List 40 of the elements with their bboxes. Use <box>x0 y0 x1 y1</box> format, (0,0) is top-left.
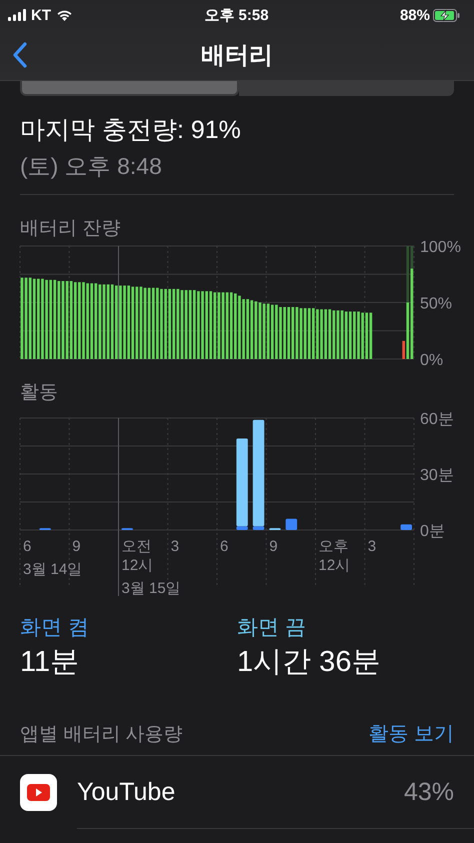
axis-label: 3 <box>170 538 180 555</box>
clock: 오후 5:58 <box>204 6 269 24</box>
date-label: 3월 15일 <box>122 580 181 596</box>
screen-time: 1시간 36분 <box>237 645 382 680</box>
axis-label: 9 <box>72 538 81 555</box>
battery-percent: 88% <box>400 6 430 24</box>
screen-label: 화면 켬 <box>20 615 90 641</box>
segment[interactable] <box>239 81 454 96</box>
activity-bar <box>400 524 412 530</box>
carrier-name: KT <box>31 6 51 24</box>
axis-label: 60분 <box>420 411 454 428</box>
axis-label: 오전 12시 <box>122 538 154 574</box>
axis-label: 9 <box>269 538 278 555</box>
battery-charging-icon <box>432 8 460 22</box>
axis-label: 30분 <box>420 467 454 484</box>
app-name: YouTube <box>77 778 176 806</box>
axis-label: 50% <box>420 296 452 312</box>
signal-icon <box>8 9 26 21</box>
page-title: 배터리 <box>201 41 273 71</box>
axis-label: 오후 12시 <box>318 538 350 574</box>
date-label: 3월 14일 <box>23 561 82 578</box>
show-activity-link[interactable]: 활동 보기 <box>368 720 454 747</box>
app-icon <box>20 774 57 810</box>
screen-time: 11분 <box>20 645 80 680</box>
axis-label: 100% <box>420 241 461 256</box>
last-charge-time: (토) 오후 8:48 <box>20 152 163 181</box>
segment[interactable] <box>20 81 239 96</box>
section-title: 배터리 잔량 <box>19 217 122 241</box>
app-percent: 43% <box>404 778 454 806</box>
activity-bar <box>286 518 298 530</box>
section-title: 앱별 배터리 사용량 <box>20 722 183 746</box>
axis-label: 6 <box>220 538 228 555</box>
axis-label: 3 <box>368 538 376 555</box>
axis-label: 6 <box>23 538 32 555</box>
screen-label: 화면 끔 <box>237 615 307 641</box>
axis-label: 0% <box>420 352 444 367</box>
last-charge-level: 마지막 충전량: 91% <box>20 115 242 146</box>
axis-label: 0분 <box>420 523 445 540</box>
wifi-icon <box>56 9 73 21</box>
section-title: 활동 <box>19 381 59 405</box>
